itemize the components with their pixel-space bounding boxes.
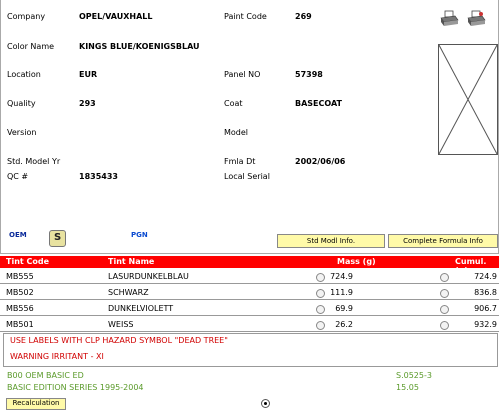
table-row: MB555 LASURDUNKELBLAU 724.9 724.9 [0, 269, 499, 284]
qc-label: QC # [7, 172, 29, 181]
tint-name-cell: LASURDUNKELBLAU [108, 272, 189, 281]
edition-ref: S.0525-3 [396, 371, 432, 380]
quality-value: 293 [79, 99, 96, 108]
oem-icon[interactable]: OEM [9, 230, 27, 244]
tint-code-cell: MB501 [6, 320, 34, 329]
details-panel [0, 0, 499, 254]
s-icon-label: S [54, 232, 62, 243]
panel-no-value: 57398 [295, 70, 323, 79]
mass-radio[interactable] [316, 289, 325, 298]
table-row: MB556 DUNKELVIOLETT 69.9 906.7 [0, 301, 499, 316]
coat-label: Coat [224, 99, 243, 108]
mass-radio[interactable] [316, 273, 325, 282]
mass-header: Mass (g) [337, 257, 376, 266]
fmla-dt-value: 2002/06/06 [295, 157, 346, 166]
cumul-radio[interactable] [440, 289, 449, 298]
tint-name-cell: WEISS [108, 320, 134, 329]
tint-code-cell: MB502 [6, 288, 34, 297]
fmla-dt-label: Fmla Dt [224, 157, 256, 166]
local-serial-label: Local Serial [224, 172, 270, 181]
edition-name: BASIC EDITION SERIES 1995-2004 [7, 383, 144, 392]
std-modl-info-button[interactable]: Std Modl Info. [277, 234, 385, 248]
cumul-radio[interactable] [440, 305, 449, 314]
tint-name-header: Tint Name [108, 257, 155, 266]
empty-image-icon [438, 44, 498, 155]
cumul-cell: 906.7 [474, 304, 497, 313]
location-value: EUR [79, 70, 98, 79]
table-row: MB502 SCHWARZ 111.9 836.8 [0, 285, 499, 300]
color-name-label: Color Name [7, 42, 55, 51]
mass-cell: 26.2 [335, 320, 353, 329]
paint-code-value: 269 [295, 12, 312, 21]
mass-cell: 111.9 [330, 288, 353, 297]
s-icon[interactable]: S [49, 230, 66, 247]
mass-radio[interactable] [316, 305, 325, 314]
print-color-icon[interactable] [466, 10, 486, 28]
tint-code-header: Tint Code [6, 257, 50, 266]
company-value: OPEL/VAUXHALL [79, 12, 153, 21]
mass-cell: 69.9 [335, 304, 353, 313]
quality-label: Quality [7, 99, 36, 108]
panel-no-label: Panel NO [224, 70, 261, 79]
tint-name-cell: DUNKELVIOLETT [108, 304, 174, 313]
tint-name-cell: SCHWARZ [108, 288, 149, 297]
cumul-cell: 724.9 [474, 272, 497, 281]
pgn-icon-label: PGN [131, 231, 148, 239]
edition-code: B00 OEM BASIC ED [7, 371, 84, 380]
color-chip-image [438, 44, 498, 155]
edition-version: 15.05 [396, 383, 419, 392]
version-label: Version [7, 128, 37, 137]
model-label: Model [224, 128, 249, 137]
company-label: Company [7, 12, 46, 21]
table-row: MB501 WEISS 26.2 932.9 [0, 317, 499, 332]
color-name-value: KINGS BLUE/KOENIGSBLAU [79, 42, 200, 51]
print-icon[interactable] [439, 10, 459, 28]
cumul-radio[interactable] [440, 321, 449, 330]
coat-value: BASECOAT [295, 99, 342, 108]
warning-line: WARNING IRRITANT - XI [10, 352, 104, 361]
qc-value: 1835433 [79, 172, 118, 181]
pgn-icon[interactable]: PGN [131, 230, 148, 244]
cumul-radio[interactable] [440, 273, 449, 282]
mass-cell: 724.9 [330, 272, 353, 281]
recalculation-button[interactable]: Recalculation [6, 398, 66, 410]
tint-code-cell: MB555 [6, 272, 34, 281]
cumul-cell: 836.8 [474, 288, 497, 297]
tint-code-cell: MB556 [6, 304, 34, 313]
oem-icon-label: OEM [9, 231, 27, 239]
warning-line: USE LABELS WITH CLP HAZARD SYMBOL "DEAD … [10, 336, 228, 345]
mass-radio[interactable] [316, 321, 325, 330]
complete-formula-info-button[interactable]: Complete Formula Info [388, 234, 498, 248]
cumul-cell: 932.9 [474, 320, 497, 329]
location-label: Location [7, 70, 41, 79]
paint-code-label: Paint Code [224, 12, 267, 21]
std-model-yr-label: Std. Model Yr [7, 157, 61, 166]
warnings-box: USE LABELS WITH CLP HAZARD SYMBOL "DEAD … [3, 333, 498, 367]
formula-table-header: Tint Code Tint Name Mass (g) Cumul. (g) [0, 256, 499, 275]
